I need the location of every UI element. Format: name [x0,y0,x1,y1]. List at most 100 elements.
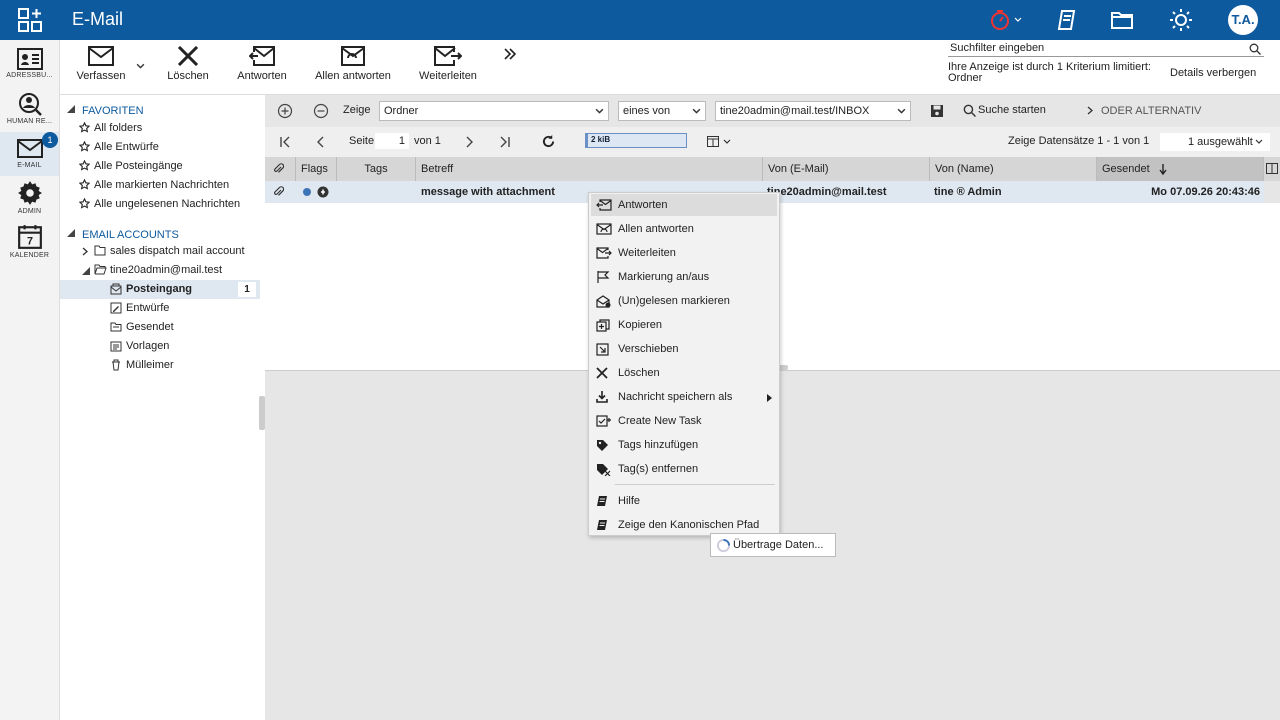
tree-item-sent[interactable]: Gesendet [60,318,260,337]
menu-item-toggle-flag[interactable]: Markierung an/aus [591,266,777,288]
previous-page-icon[interactable] [315,136,327,148]
column-layout-button[interactable] [705,134,735,150]
column-flags[interactable]: Flags [296,157,337,181]
filter-field-select[interactable]: Ordner [379,101,609,121]
menu-item-reply-all[interactable]: Allen antworten [591,218,777,240]
tree-item-inbox[interactable]: Posteingang 1 [60,280,260,299]
save-filter-icon[interactable] [930,104,944,118]
menu-item-label: Antworten [618,199,668,211]
chevron-down-icon[interactable] [136,62,145,71]
column-tags[interactable]: Tags [337,157,416,181]
column-attachment[interactable] [265,157,296,181]
app-title: E-Mail [72,9,124,29]
selection-count-label: 1 ausgewählt [1188,136,1253,148]
app-launcher-icon[interactable] [18,8,42,32]
tree-item-trash[interactable]: Mülleimer [60,356,260,375]
forward-button[interactable]: Weiterleiten [414,46,482,92]
folder-open-icon [94,264,107,275]
details-toggle-button[interactable]: Details verbergen [1170,67,1256,79]
columns-icon[interactable] [1266,163,1278,174]
menu-item-forward[interactable]: Weiterleiten [591,242,777,264]
menu-item-delete[interactable]: Löschen [591,362,777,384]
menu-item-remove-tags[interactable]: Tag(s) entfernen [591,458,777,480]
tree-item-all-flagged[interactable]: Alle markierten Nachrichten [60,176,260,195]
selection-count-button[interactable]: 1 ausgewählt [1160,133,1270,151]
notes-icon[interactable] [1055,8,1079,32]
menu-item-add-tags[interactable]: Tags hinzufügen [591,434,777,456]
more-actions-icon[interactable] [503,48,517,60]
inbox-icon [110,283,122,295]
search-input[interactable]: Suchfilter eingeben [948,42,1264,57]
menu-item-move[interactable]: Verschieben [591,338,777,360]
menu-item-save-as[interactable]: Nachricht speichern als [591,386,777,408]
show-label: Zeige [343,104,371,116]
rail-label: ADMIN [17,208,42,215]
tree-item-all-drafts[interactable]: Alle Entwürfe [60,138,260,157]
menu-item-copy[interactable]: Kopieren [591,314,777,336]
star-icon [79,179,90,190]
star-icon [79,160,90,171]
column-sent[interactable]: Gesendet [1097,157,1264,181]
rail-label: ADRESSBU... [6,72,53,79]
chevron-down-icon[interactable] [1014,16,1022,24]
reply-all-button[interactable]: Allen antworten [310,46,396,92]
book-icon [597,496,607,506]
compose-label: Verfassen [76,70,126,82]
refresh-icon[interactable] [542,135,555,148]
unread-dot-icon[interactable] [303,188,311,196]
filter-info-text: Ihre Anzeige ist durch 1 Kriterium limit… [948,61,1151,84]
tree-label: sales dispatch mail account [110,245,245,257]
column-subject[interactable]: Betreff [416,157,763,181]
column-from-name[interactable]: Von (Name) [930,157,1097,181]
unread-count: 1 [238,282,256,297]
tree-item-all-inboxes[interactable]: Alle Posteingänge [60,157,260,176]
or-alternative-button[interactable]: ODER ALTERNATIV [1085,105,1201,117]
tree-item-admin-account[interactable]: tine20admin@mail.test [60,261,260,280]
tree-item-all-folders[interactable]: All folders [60,119,260,138]
last-page-icon[interactable] [499,136,511,148]
sort-desc-icon [1159,164,1167,175]
tree-label: Alle Posteingänge [94,160,183,172]
first-page-icon[interactable] [279,136,291,148]
menu-item-label: Tag(s) entfernen [618,463,699,475]
delete-button[interactable]: Löschen [162,46,214,92]
compose-button[interactable]: Verfassen [74,46,128,92]
rail-item-calendar[interactable]: 7 KALENDER [0,220,59,264]
tree-label: Alle Entwürfe [94,141,159,153]
paperclip-icon [274,163,284,173]
column-from-email[interactable]: Von (E-Mail) [763,157,930,181]
tree-item-sales-account[interactable]: sales dispatch mail account [60,242,260,261]
search-icon[interactable] [1249,43,1261,55]
timetracker-icon[interactable] [988,8,1012,32]
reply-button[interactable]: Antworten [232,46,292,92]
menu-item-help[interactable]: Hilfe [591,490,777,512]
menu-item-label: Allen antworten [618,223,694,235]
caret-down-icon [82,267,90,275]
tree-item-all-unread[interactable]: Alle ungelesenen Nachrichten [60,195,260,214]
page-number-input[interactable]: 1 [375,133,409,149]
sun-icon[interactable] [1169,8,1193,32]
start-search-button[interactable]: Suche starten [961,104,1046,117]
rail-item-email[interactable]: E-MAIL 1 [0,132,59,176]
forward-icon [596,247,612,259]
menu-item-label: Create New Task [618,415,702,427]
filter-operator-select[interactable]: eines von [618,101,706,121]
rail-item-human-resources[interactable]: HUMAN RE... [0,88,59,132]
menu-item-reply[interactable]: Antworten [591,194,777,216]
avatar[interactable]: T.A. [1228,5,1258,35]
filter-value-select[interactable]: tine20admin@mail.test/INBOX [715,101,911,121]
menu-item-toggle-read[interactable]: (Un)gelesen markieren [591,290,777,312]
filter-operator-value: eines von [623,105,671,117]
rail-item-admin[interactable]: ADMIN [0,176,59,220]
read-unread-icon [596,295,611,308]
folder-icon[interactable] [1110,8,1134,32]
next-page-icon[interactable] [463,136,475,148]
add-filter-icon[interactable] [277,103,293,119]
menu-item-create-task[interactable]: Create New Task [591,410,777,432]
close-icon [596,367,608,379]
tree-item-templates[interactable]: Vorlagen [60,337,260,356]
tree-item-drafts[interactable]: Entwürfe [60,299,260,318]
rail-item-addressbook[interactable]: ADRESSBU... [0,44,59,88]
remove-filter-icon[interactable] [313,103,329,119]
tree-label: Entwürfe [126,302,170,314]
